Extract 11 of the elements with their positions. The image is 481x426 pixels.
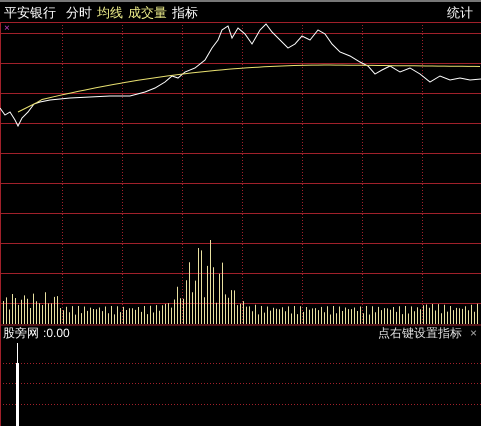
indicator-name: 股旁网 — [3, 327, 39, 339]
stock-name: 平安银行 — [4, 6, 56, 18]
indicator-hint: 点右键设置指标 — [378, 327, 462, 339]
chart-tab[interactable]: 均线 — [97, 6, 123, 18]
close-mark[interactable]: × — [4, 24, 10, 34]
chart-tab[interactable]: 成交量 — [128, 6, 167, 18]
close-mark[interactable]: × — [470, 327, 477, 339]
stats-button[interactable]: 统计 — [447, 6, 473, 18]
chart-tab[interactable]: 分时 — [66, 6, 92, 18]
chart-tab[interactable]: 指标 — [172, 6, 198, 18]
indicator-value: :0.00 — [43, 327, 70, 339]
